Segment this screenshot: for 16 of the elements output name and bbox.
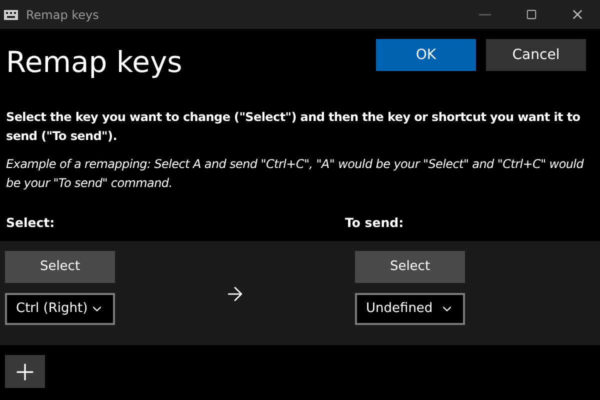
- page-heading: Remap keys: [6, 44, 182, 81]
- select-column-label: Select:: [6, 214, 56, 232]
- keyboard-icon: [4, 10, 18, 20]
- to-send-column-label: To send:: [345, 214, 404, 232]
- ok-button[interactable]: OK: [376, 39, 476, 71]
- minimize-icon: [479, 14, 491, 16]
- window-title: Remap keys: [26, 6, 99, 24]
- cancel-button[interactable]: Cancel: [486, 39, 586, 71]
- add-mapping-button[interactable]: [5, 355, 45, 388]
- instructions-text: Select the key you want to change ("Select") and then the key or shortcut you want it to send ("To send").: [5, 109, 582, 145]
- original-key-dropdown[interactable]: Ctrl (Right): [5, 293, 115, 325]
- example-text: Example of a remapping: Select A and send "Ctrl+C", "A" would be your "Select" and "Ctrl+C" would be your "To send" command.: [5, 156, 585, 192]
- maximize-icon: [526, 9, 536, 20]
- target-key-dropdown[interactable]: Undefined: [355, 293, 465, 325]
- select-key-button[interactable]: Select: [5, 251, 115, 283]
- to-send-select-button[interactable]: Select: [355, 251, 465, 283]
